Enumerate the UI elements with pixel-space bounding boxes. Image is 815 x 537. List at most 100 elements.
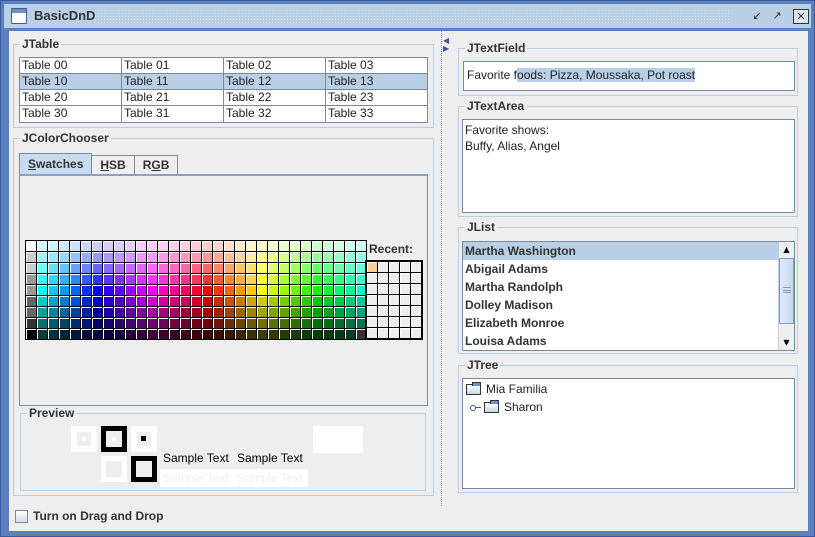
scroll-up-arrow-icon[interactable]: ▲ [779, 242, 794, 257]
color-swatch[interactable] [59, 285, 69, 295]
color-swatch[interactable] [312, 318, 322, 328]
color-swatch[interactable] [191, 307, 201, 317]
color-swatch[interactable] [26, 296, 36, 306]
color-swatch[interactable] [70, 296, 80, 306]
recent-swatch[interactable] [411, 295, 421, 305]
color-swatch[interactable] [191, 274, 201, 284]
color-swatch[interactable] [334, 318, 344, 328]
color-swatch[interactable] [224, 263, 234, 273]
color-swatch[interactable] [312, 285, 322, 295]
color-swatch[interactable] [81, 318, 91, 328]
color-swatch[interactable] [114, 329, 124, 339]
color-swatch[interactable] [48, 329, 58, 339]
color-swatch[interactable] [301, 263, 311, 273]
color-swatch[interactable] [169, 296, 179, 306]
color-swatch[interactable] [180, 318, 190, 328]
color-swatch[interactable] [169, 241, 179, 251]
color-swatch[interactable] [257, 307, 267, 317]
recent-swatch[interactable] [378, 284, 388, 294]
color-swatch[interactable] [202, 329, 212, 339]
first-ladies-list[interactable]: Martha Washington Abigail Adams Martha Ran… [462, 241, 795, 351]
scrollbar-thumb[interactable] [779, 258, 794, 324]
color-swatch[interactable] [213, 307, 223, 317]
color-swatch[interactable] [323, 252, 333, 262]
color-swatch[interactable] [125, 252, 135, 262]
color-swatch[interactable] [301, 329, 311, 339]
table-cell[interactable]: Table 11 [122, 74, 224, 89]
color-swatch[interactable] [323, 263, 333, 273]
color-swatch[interactable] [301, 285, 311, 295]
color-swatch[interactable] [323, 296, 333, 306]
color-swatch[interactable] [334, 285, 344, 295]
color-swatch[interactable] [290, 263, 300, 273]
color-swatch[interactable] [180, 307, 190, 317]
color-swatch[interactable] [114, 274, 124, 284]
color-swatch[interactable] [103, 252, 113, 262]
table-row[interactable]: Table 20 Table 21 Table 22 Table 23 [20, 90, 427, 106]
recent-swatch[interactable] [400, 295, 410, 305]
color-swatch[interactable] [224, 318, 234, 328]
color-swatch[interactable] [70, 252, 80, 262]
color-swatch[interactable] [81, 307, 91, 317]
color-swatch[interactable] [235, 307, 245, 317]
color-swatch[interactable] [246, 263, 256, 273]
list-scrollbar[interactable]: ▲ ▼ [778, 242, 794, 350]
color-swatch[interactable] [59, 263, 69, 273]
color-swatch[interactable] [246, 241, 256, 251]
color-swatch[interactable] [191, 252, 201, 262]
color-swatch[interactable] [147, 274, 157, 284]
color-swatch[interactable] [257, 274, 267, 284]
color-swatch[interactable] [191, 329, 201, 339]
color-swatch[interactable] [136, 296, 146, 306]
color-swatch[interactable] [235, 329, 245, 339]
color-swatch[interactable] [103, 274, 113, 284]
color-swatch[interactable] [26, 263, 36, 273]
color-swatch[interactable] [114, 263, 124, 273]
color-swatch[interactable] [158, 285, 168, 295]
color-swatch[interactable] [147, 307, 157, 317]
color-swatch[interactable] [323, 318, 333, 328]
color-swatch[interactable] [37, 263, 47, 273]
table-cell[interactable]: Table 13 [326, 74, 427, 89]
color-swatch[interactable] [213, 318, 223, 328]
color-swatch[interactable] [103, 285, 113, 295]
color-swatch[interactable] [279, 307, 289, 317]
tree-node-child[interactable]: Sharon [469, 398, 543, 416]
color-swatch[interactable] [169, 329, 179, 339]
color-swatch[interactable] [37, 318, 47, 328]
list-item[interactable]: Martha Washington [463, 242, 778, 260]
color-swatch[interactable] [345, 263, 355, 273]
color-swatch[interactable] [213, 263, 223, 273]
color-swatch[interactable] [26, 318, 36, 328]
table-cell[interactable]: Table 03 [326, 58, 427, 73]
color-swatch[interactable] [202, 252, 212, 262]
recent-swatch[interactable] [367, 328, 377, 338]
color-swatch[interactable] [26, 285, 36, 295]
color-swatch[interactable] [59, 274, 69, 284]
color-swatch[interactable] [26, 252, 36, 262]
color-swatch[interactable] [235, 241, 245, 251]
color-swatch[interactable] [92, 252, 102, 262]
table-cell[interactable]: Table 33 [326, 106, 427, 122]
color-swatch[interactable] [70, 241, 80, 251]
recent-swatch[interactable] [411, 306, 421, 316]
color-swatch[interactable] [81, 263, 91, 273]
color-swatch[interactable] [290, 274, 300, 284]
color-swatch[interactable] [125, 285, 135, 295]
color-swatch[interactable] [48, 274, 58, 284]
color-swatch[interactable] [103, 307, 113, 317]
color-swatch[interactable] [312, 252, 322, 262]
swatch-grid[interactable] [25, 240, 367, 340]
color-swatch[interactable] [26, 241, 36, 251]
tab-rgb[interactable]: RGB [133, 155, 179, 175]
color-swatch[interactable] [312, 307, 322, 317]
color-swatch[interactable] [59, 296, 69, 306]
color-swatch[interactable] [334, 252, 344, 262]
color-swatch[interactable] [147, 285, 157, 295]
recent-swatch[interactable] [411, 328, 421, 338]
recent-swatch[interactable] [400, 328, 410, 338]
color-swatch[interactable] [136, 307, 146, 317]
jtable[interactable]: Table 00 Table 01 Table 02 Table 03 Table 10… [19, 57, 428, 123]
color-swatch[interactable] [312, 296, 322, 306]
color-swatch[interactable] [114, 285, 124, 295]
